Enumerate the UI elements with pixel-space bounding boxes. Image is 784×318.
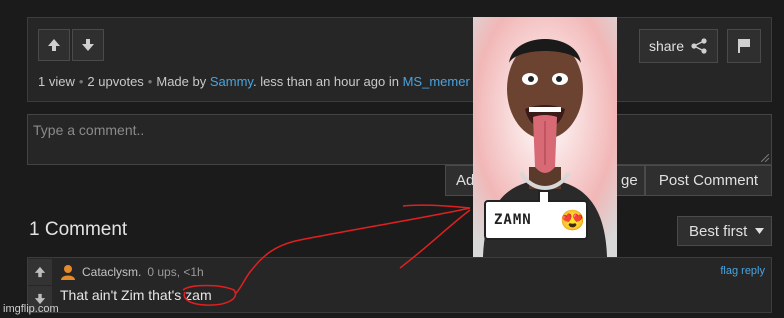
arrow-down-icon bbox=[82, 39, 94, 51]
resize-grip-icon[interactable] bbox=[761, 154, 769, 162]
post-time: . less than an hour ago in bbox=[252, 74, 399, 89]
comment-placeholder: Type a comment.. bbox=[33, 122, 145, 138]
zamn-sticker: ZAMN 😍 bbox=[484, 190, 588, 240]
imgflip-watermark: imgflip.com bbox=[3, 303, 59, 315]
comment-header: Cataclysm. 0 ups, <1h bbox=[60, 264, 204, 280]
view-count: 1 view bbox=[38, 74, 75, 89]
share-button[interactable]: share bbox=[639, 29, 718, 63]
flag-button[interactable] bbox=[727, 29, 761, 63]
add-image-label-tail: ge bbox=[621, 172, 638, 189]
sort-label: Best first bbox=[689, 222, 748, 240]
comment-username[interactable]: Cataclysm. bbox=[82, 265, 141, 279]
comments-count-title: 1 Comment bbox=[29, 219, 128, 240]
upvote-count: 2 upvotes bbox=[87, 74, 144, 89]
downvote-button[interactable] bbox=[72, 29, 104, 61]
comment-actions[interactable]: flag reply bbox=[720, 265, 765, 277]
author-link[interactable]: Sammy bbox=[210, 74, 253, 89]
caret-down-icon bbox=[755, 228, 765, 234]
meme-photo-overlay: ZAMN 😍 bbox=[473, 17, 617, 257]
stream-link[interactable]: MS_memer bbox=[403, 74, 470, 89]
comment-text: That ain't Zim that's zam bbox=[60, 287, 212, 303]
share-label: share bbox=[648, 38, 685, 54]
upvote-button[interactable] bbox=[38, 29, 70, 61]
comment-input[interactable]: Type a comment.. bbox=[27, 114, 772, 165]
flag-icon bbox=[738, 39, 750, 53]
arrow-up-icon bbox=[34, 266, 46, 278]
post-comment-button[interactable]: Post Comment bbox=[645, 165, 772, 196]
heart-eyes-emoji-icon: 😍 bbox=[560, 210, 585, 232]
comment-item: Cataclysm. 0 ups, <1h flag reply That ai… bbox=[27, 257, 772, 313]
comment-upvote-button[interactable] bbox=[28, 259, 52, 285]
post-comment-label: Post Comment bbox=[658, 172, 759, 189]
share-icon bbox=[691, 38, 707, 54]
add-image-label: Ad bbox=[456, 172, 475, 189]
made-by-label: Made by bbox=[156, 74, 207, 89]
user-avatar-icon bbox=[61, 265, 75, 280]
comment-stats: 0 ups, <1h bbox=[147, 265, 204, 279]
post-panel: 1 view • 2 upvotes • Made by Sammy. less tha… bbox=[27, 17, 772, 102]
arrow-up-icon bbox=[48, 39, 60, 51]
post-meta: 1 view • 2 upvotes • Made by Sammy. less tha… bbox=[38, 74, 470, 89]
zamn-text: ZAMN bbox=[494, 212, 532, 228]
sort-select[interactable]: Best first bbox=[677, 216, 772, 246]
